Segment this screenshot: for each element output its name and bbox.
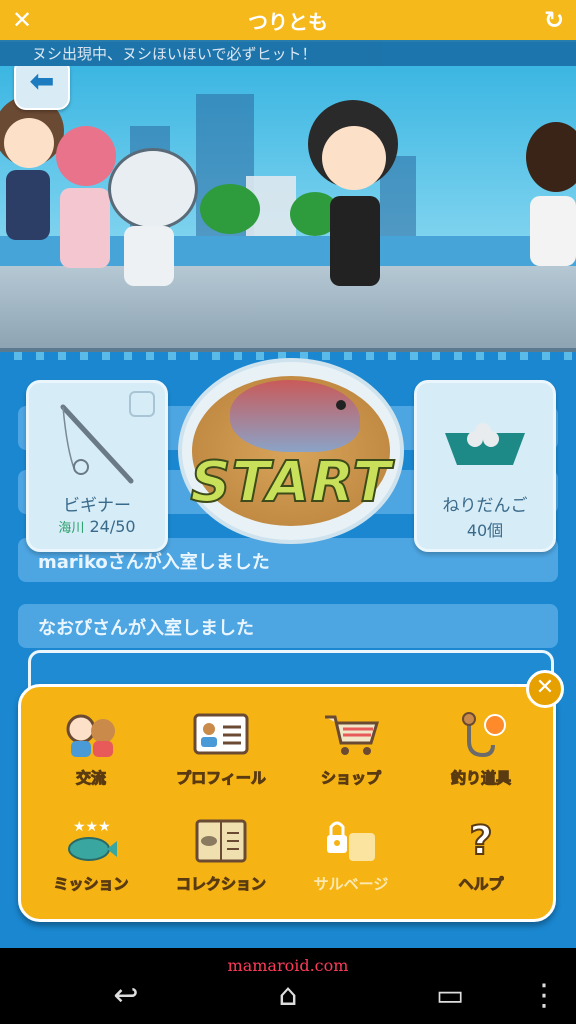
menu-label: ミッション bbox=[53, 875, 129, 894]
main-menu-panel: 交流 プロフィール ショップ 釣り道具 ★★★ ミッション コレクション サルベ… bbox=[18, 684, 556, 922]
avatar[interactable] bbox=[520, 122, 576, 302]
chat-message: なおぴさんが入室しました bbox=[38, 618, 254, 639]
menu-label: ヘルプ bbox=[458, 875, 504, 894]
app-title: つりとも bbox=[248, 10, 328, 34]
menu-label: コレクション bbox=[175, 875, 266, 894]
bait-name: ねりだんご bbox=[442, 496, 528, 516]
rod-durability: 海川 24/50 bbox=[29, 517, 165, 536]
menu-label: 釣り道具 bbox=[450, 769, 511, 788]
menu-item-shop[interactable]: ショップ bbox=[291, 711, 411, 811]
help-icon: ? bbox=[468, 817, 493, 865]
shopping-cart-icon bbox=[325, 715, 379, 755]
svg-text:★★★: ★★★ bbox=[73, 819, 111, 835]
refresh-icon[interactable]: ↻ bbox=[540, 6, 568, 34]
menu-item-mission[interactable]: ★★★ ミッション bbox=[31, 817, 151, 917]
tree bbox=[200, 184, 260, 234]
watermark: mamaroid.com bbox=[227, 956, 349, 975]
title-bar: ✕ つりとも ↻ bbox=[0, 0, 576, 42]
profile-card-icon bbox=[193, 713, 249, 755]
fishing-rod-icon bbox=[60, 404, 134, 484]
home-nav-icon[interactable]: ⌂ bbox=[258, 974, 318, 1018]
fishing-scene: ⬅ bbox=[0, 66, 576, 356]
menu-label: ショップ bbox=[320, 769, 381, 788]
close-icon: ✕ bbox=[535, 675, 555, 700]
start-label: START bbox=[189, 449, 392, 516]
menu-item-community[interactable]: 交流 bbox=[31, 711, 151, 811]
overflow-menu-icon[interactable]: ⋮ bbox=[514, 974, 574, 1018]
menu-item-salvage[interactable]: サルベージ bbox=[291, 817, 411, 917]
menu-item-profile[interactable]: プロフィール bbox=[161, 711, 281, 811]
rod-card[interactable]: ビギナー 海川 24/50 bbox=[26, 380, 168, 552]
menu-label: 交流 bbox=[75, 769, 106, 788]
bait-count: 40個 bbox=[466, 521, 504, 540]
rod-name: ビギナー bbox=[63, 496, 131, 516]
menu-item-fishing-gear[interactable]: 釣り道具 bbox=[421, 711, 541, 811]
menu-item-collection[interactable]: コレクション bbox=[161, 817, 281, 917]
start-button[interactable]: START bbox=[178, 358, 404, 544]
menu-label: サルベージ bbox=[313, 875, 389, 893]
friends-icon bbox=[66, 714, 115, 757]
back-arrow-icon: ⬅ bbox=[29, 66, 55, 99]
menu-close-button[interactable]: ✕ bbox=[526, 670, 564, 708]
android-nav-bar: mamaroid.com ↩ ⌂ ▭ ⋮ bbox=[0, 948, 576, 1024]
bait-card[interactable]: ねりだんご 40個 bbox=[414, 380, 556, 552]
avatar[interactable] bbox=[104, 148, 198, 308]
rod-location: 海川 bbox=[58, 521, 85, 536]
recent-apps-icon[interactable]: ▭ bbox=[420, 974, 480, 1018]
ticker-text: ヌシ出現中、ヌシほいほいで必ずヒット！ bbox=[32, 45, 317, 63]
chat-row: なおぴさんが入室しました bbox=[18, 604, 558, 648]
bait-boat-icon bbox=[445, 423, 525, 465]
menu-label: プロフィール bbox=[176, 769, 267, 788]
menu-item-help[interactable]: ? ヘルプ bbox=[421, 817, 541, 917]
locked-salvage-icon bbox=[327, 821, 375, 861]
back-button[interactable]: ⬅ bbox=[14, 66, 70, 110]
back-nav-icon[interactable]: ↩ bbox=[96, 974, 156, 1018]
fishing-gear-icon bbox=[462, 712, 506, 758]
mission-fish-icon: ★★★ bbox=[68, 819, 117, 861]
announcement-ticker: ヌシ出現中、ヌシほいほいで必ずヒット！ bbox=[0, 40, 576, 66]
avatar[interactable] bbox=[300, 100, 410, 310]
collection-book-icon bbox=[195, 819, 247, 863]
rod-count: 24/50 bbox=[89, 517, 136, 536]
